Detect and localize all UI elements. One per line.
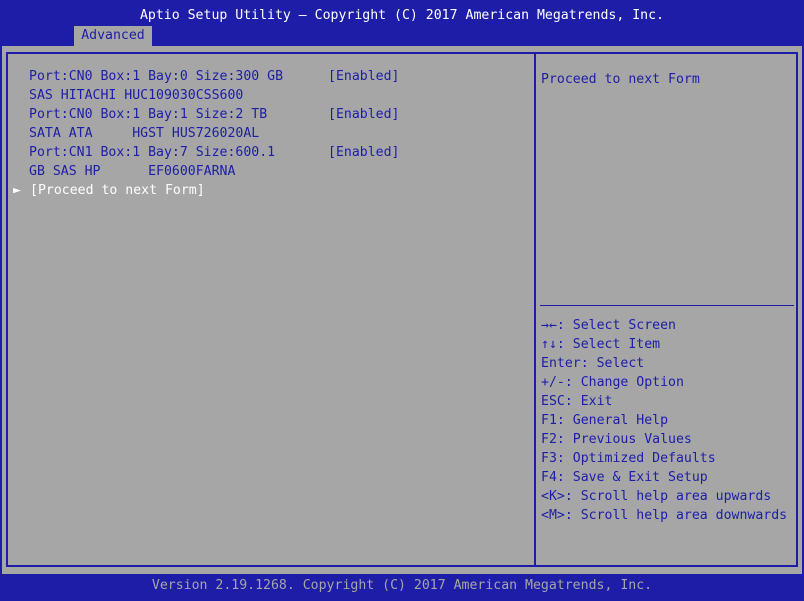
app-title: Aptio Setup Utility – Copyright (C) 2017… [139, 8, 664, 23]
drive-0-model: SAS HITACHI HUC109030CSS600 [29, 88, 244, 103]
drive-1-model: SATA ATA HGST HUS726020AL [29, 126, 260, 141]
drive-2-value[interactable]: [Enabled] [328, 143, 399, 162]
key-f2-previous: F2: Previous Values [541, 432, 692, 447]
key-esc-exit: ESC: Exit [541, 394, 613, 409]
key-scroll-down: <M>: Scroll help area downwards [541, 508, 788, 523]
help-text: Proceed to next Form [541, 72, 700, 87]
drive-2-label[interactable]: Port:CN1 Box:1 Bay:7 Size:600.1 [29, 143, 275, 162]
key-select-item: ↑↓: Select Item [541, 337, 661, 352]
drive-0-value[interactable]: [Enabled] [328, 67, 399, 86]
proceed-next-form-link[interactable]: [Proceed to next Form] [30, 181, 205, 200]
version-footer: Version 2.19.1268. Copyright (C) 2017 Am… [151, 578, 653, 593]
key-change-option: +/-: Change Option [541, 375, 684, 390]
help-panel: Proceed to next Form →←: Select Screen ↑… [534, 52, 798, 567]
help-divider [540, 305, 794, 306]
key-f4-save-exit: F4: Save & Exit Setup [541, 470, 708, 485]
drive-0-label[interactable]: Port:CN0 Box:1 Bay:0 Size:300 GB [29, 67, 283, 86]
selection-arrow-icon: ► [13, 183, 21, 198]
drive-1-label[interactable]: Port:CN0 Box:1 Bay:1 Size:2 TB [29, 105, 267, 124]
drive-2-model: GB SAS HP EF0600FARNA [29, 164, 236, 179]
key-scroll-up: <K>: Scroll help area upwards [541, 489, 772, 504]
tab-advanced[interactable]: Advanced [74, 26, 152, 46]
key-f1-help: F1: General Help [541, 413, 669, 428]
main-frame: Port:CN0 Box:1 Bay:0 Size:300 GB [Enable… [2, 46, 802, 574]
key-enter-select: Enter: Select [541, 356, 645, 371]
settings-panel: Port:CN0 Box:1 Bay:0 Size:300 GB [Enable… [6, 52, 536, 567]
drive-1-value[interactable]: [Enabled] [328, 105, 399, 124]
key-legend: →←: Select Screen ↑↓: Select Item Enter:… [541, 316, 787, 525]
key-select-screen: →←: Select Screen [541, 318, 676, 333]
key-f3-defaults: F3: Optimized Defaults [541, 451, 716, 466]
